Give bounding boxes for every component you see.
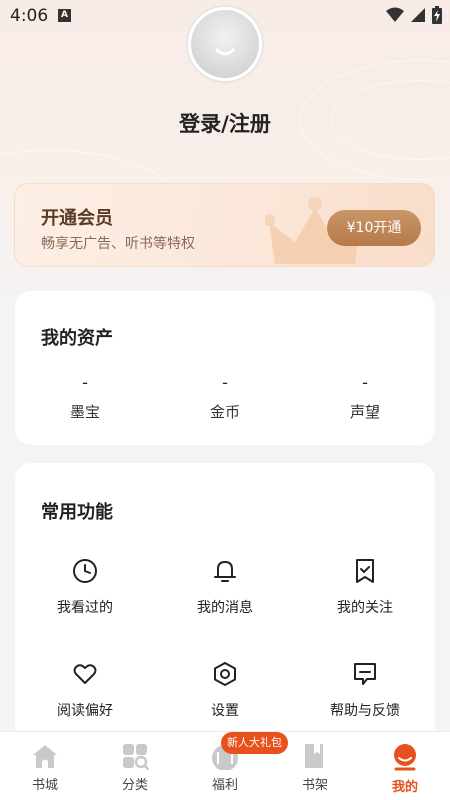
- function-label: 我看过的: [57, 600, 113, 616]
- asset-label: 金币: [209, 403, 240, 421]
- feedback-icon: [354, 663, 376, 685]
- home-icon: [33, 745, 57, 768]
- nav-item-mine[interactable]: 我的: [360, 732, 450, 800]
- asset-item-reputation[interactable]: - 声望: [295, 373, 435, 422]
- assets-title: 我的资产: [41, 328, 113, 349]
- bookshelf-icon: [305, 744, 323, 768]
- settings-hexagon-icon: [214, 662, 236, 686]
- asset-value: -: [82, 373, 88, 392]
- function-settings[interactable]: 设置: [155, 660, 295, 720]
- avatar[interactable]: [186, 5, 264, 83]
- asset-label: 声望: [349, 403, 380, 421]
- nav-label: 书架: [301, 778, 328, 793]
- battery-charging-icon: [432, 6, 442, 24]
- nav-item-bookstore[interactable]: 书城: [0, 732, 90, 800]
- nav-item-category[interactable]: 分类: [90, 732, 180, 800]
- wifi-icon: [386, 7, 404, 22]
- asset-item-coins[interactable]: - 金币: [155, 373, 295, 422]
- status-time: 4:06: [10, 6, 49, 26]
- category-icon: [123, 744, 149, 770]
- profile-icon: [394, 744, 416, 771]
- vip-subtitle: 畅享无广告、听书等特权: [41, 236, 195, 252]
- nav-label: 福利: [211, 778, 238, 793]
- bell-icon: [214, 561, 236, 582]
- nav-label: 分类: [121, 778, 148, 793]
- asset-value: -: [362, 373, 368, 392]
- signal-icon: [411, 8, 425, 22]
- clock-icon: [73, 559, 97, 583]
- function-history[interactable]: 我看过的: [15, 557, 155, 617]
- function-label: 我的关注: [337, 600, 393, 616]
- status-icons: [386, 6, 442, 24]
- assets-card: 我的资产 - 墨宝 - 金币 - 声望: [15, 291, 435, 445]
- function-label: 阅读偏好: [57, 703, 113, 719]
- function-label: 帮助与反馈: [330, 703, 400, 719]
- nav-label: 我的: [391, 780, 418, 795]
- function-following[interactable]: 我的关注: [295, 557, 435, 617]
- asset-label: 墨宝: [69, 403, 100, 421]
- function-reading-preference[interactable]: 阅读偏好: [15, 660, 155, 720]
- nav-label: 书城: [31, 778, 58, 793]
- heart-icon: [73, 664, 97, 684]
- asset-value: -: [222, 373, 228, 392]
- function-label: 设置: [211, 703, 239, 719]
- functions-title: 常用功能: [41, 502, 113, 523]
- login-register-link[interactable]: 登录/注册: [0, 108, 450, 138]
- vip-open-button[interactable]: ¥10开通: [327, 210, 421, 246]
- avatar-placeholder-icon: [191, 10, 259, 78]
- notification-icon: A: [58, 9, 71, 22]
- function-messages[interactable]: 我的消息: [155, 557, 295, 617]
- vip-card[interactable]: 开通会员 畅享无广告、听书等特权 ¥10开通: [14, 183, 435, 267]
- function-help-feedback[interactable]: 帮助与反馈: [295, 660, 435, 720]
- bookmark-check-icon: [356, 559, 374, 583]
- functions-card: 常用功能 我看过的 我的消息 我的关注 阅读偏好 设置 帮助与反馈: [15, 463, 435, 763]
- vip-title: 开通会员: [41, 208, 113, 229]
- function-label: 我的消息: [197, 600, 253, 616]
- asset-item-mobao[interactable]: - 墨宝: [15, 373, 155, 422]
- new-user-gift-badge[interactable]: 新人大礼包: [221, 732, 288, 754]
